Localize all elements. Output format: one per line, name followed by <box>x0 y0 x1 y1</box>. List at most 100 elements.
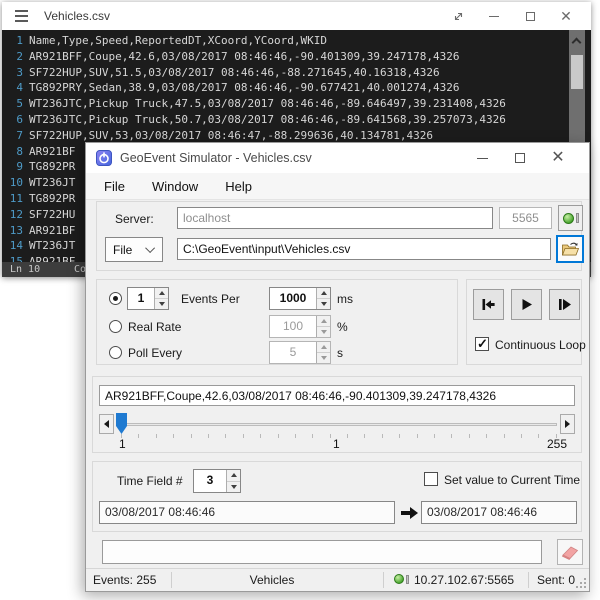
hamburger-menu-icon[interactable] <box>15 10 28 22</box>
target-time-field[interactable]: 03/08/2017 08:46:46 <box>421 501 577 524</box>
close-icon[interactable]: ✕ <box>555 5 577 27</box>
events-count-spinner[interactable]: 1 <box>127 287 169 310</box>
line-text: TG892PRY,Sedan,38.9,03/08/2017 08:46:46,… <box>29 81 459 94</box>
play-icon <box>518 296 535 313</box>
real-rate-label: Real Rate <box>128 320 181 334</box>
resize-grip[interactable] <box>576 578 587 589</box>
line-number: 8 <box>8 144 29 160</box>
line-number: 10 <box>8 175 29 191</box>
expand-icon[interactable] <box>447 5 469 27</box>
menu-item-window[interactable]: Window <box>141 179 209 194</box>
server-port-input[interactable]: 5565 <box>499 207 552 229</box>
connection-status-icon <box>394 574 404 584</box>
slider-left-arrow[interactable] <box>99 414 114 434</box>
line-text: WT236JTC,Pickup Truck,50.7,03/08/2017 08… <box>29 113 506 126</box>
menu-item-help[interactable]: Help <box>214 179 263 194</box>
spinner-up-icon[interactable] <box>227 470 240 482</box>
editor-line: 1Name,Type,Speed,ReportedDT,XCoord,YCoor… <box>2 33 591 49</box>
menu-item-file[interactable]: File <box>93 179 136 194</box>
spinner-up-icon[interactable] <box>155 288 168 299</box>
interval-spinner[interactable]: 1000 <box>269 287 331 310</box>
set-current-time-label: Set value to Current Time <box>444 473 580 487</box>
line-number: 14 <box>8 238 29 254</box>
line-number: 2 <box>8 49 29 65</box>
line-number: 9 <box>8 159 29 175</box>
scrollbar-thumb[interactable] <box>571 55 583 89</box>
time-field-group: Time Field # 3 Set value to Current Time… <box>92 461 582 532</box>
slider-right-arrow[interactable] <box>560 414 575 434</box>
line-text: AR921BF <box>29 224 75 237</box>
time-field-spinner[interactable]: 3 <box>193 469 241 493</box>
real-rate-radio[interactable] <box>109 320 122 333</box>
real-rate-spinner: 100 <box>269 315 331 338</box>
editor-line: 4TG892PRY,Sedan,38.9,03/08/2017 08:46:46… <box>2 80 591 96</box>
simulator-titlebar: GeoEvent Simulator - Vehicles.csv ✕ <box>86 143 589 173</box>
connection-status-icon <box>563 213 574 224</box>
line-number: 7 <box>8 128 29 144</box>
editor-line: 2AR921BFF,Coupe,42.6,03/08/2017 08:46:46… <box>2 49 591 65</box>
connect-button[interactable] <box>558 205 583 231</box>
source-type-value: File <box>106 243 132 257</box>
source-type-dropdown[interactable]: File <box>105 237 163 262</box>
events-count-status: Events: 255 <box>93 569 156 591</box>
spinner-down-icon[interactable] <box>155 299 168 309</box>
poll-every-radio[interactable] <box>109 346 122 359</box>
real-rate-value: 100 <box>270 316 316 337</box>
events-count-value: 1 <box>128 288 154 309</box>
line-text: WT236JT <box>29 239 75 252</box>
slider-max-label: 255 <box>547 437 567 451</box>
dataset-status: Vehicles <box>226 569 318 591</box>
event-preview-field[interactable]: AR921BFF,Coupe,42.6,03/08/2017 08:46:46,… <box>99 385 575 406</box>
minimize-icon[interactable] <box>483 5 505 27</box>
spinner-up-icon <box>317 316 330 327</box>
clear-button[interactable] <box>557 539 583 565</box>
eraser-icon <box>560 544 580 560</box>
spinner-down-icon[interactable] <box>227 482 240 493</box>
events-per-radio[interactable] <box>109 292 122 305</box>
percent-unit-label: % <box>337 320 348 334</box>
slider-group: AR921BFF,Coupe,42.6,03/08/2017 08:46:46,… <box>92 376 582 453</box>
geoevent-app-icon <box>96 150 112 166</box>
maximize-icon[interactable] <box>501 143 539 173</box>
line-text: WT236JT <box>29 176 75 189</box>
poll-spinner: 5 <box>269 341 331 364</box>
play-button[interactable] <box>511 289 542 320</box>
time-field-value: 3 <box>194 470 226 492</box>
progress-field <box>102 540 542 564</box>
simulator-statusbar: Events: 255 Vehicles 10.27.102.67:5565 S… <box>86 568 589 591</box>
set-current-time-checkbox[interactable] <box>424 472 438 486</box>
editor-line: 5WT236JTC,Pickup Truck,47.5,03/08/2017 0… <box>2 96 591 112</box>
line-number: 3 <box>8 65 29 81</box>
spinner-up-icon[interactable] <box>317 288 330 299</box>
minimize-icon[interactable] <box>463 143 501 173</box>
spinner-down-icon <box>317 327 330 337</box>
continuous-loop-checkbox[interactable] <box>475 337 489 351</box>
simulator-window-title: GeoEvent Simulator - Vehicles.csv <box>120 151 312 165</box>
file-path-input[interactable]: C:\GeoEvent\input\Vehicles.csv <box>177 238 551 260</box>
chevron-down-icon <box>145 243 155 253</box>
slider-min-label: 1 <box>119 437 126 451</box>
step-forward-button[interactable] <box>549 289 580 320</box>
scroll-up-icon[interactable] <box>572 38 582 48</box>
slider-track[interactable] <box>117 423 557 426</box>
ms-unit-label: ms <box>337 292 353 306</box>
server-label: Server: <box>115 212 154 226</box>
poll-every-label: Poll Every <box>128 346 182 360</box>
maximize-icon[interactable] <box>519 5 541 27</box>
browse-file-button[interactable] <box>556 235 584 263</box>
simulator-window: GeoEvent Simulator - Vehicles.csv ✕ File… <box>85 142 590 592</box>
source-time-field[interactable]: 03/08/2017 08:46:46 <box>99 501 395 524</box>
close-icon[interactable]: ✕ <box>539 143 577 173</box>
line-number: 5 <box>8 96 29 112</box>
rate-group: 1 Events Per 1000 ms Real Rate 100 % Pol… <box>96 279 458 365</box>
sent-count-status: Sent: 0 <box>537 569 575 591</box>
slider-thumb[interactable] <box>116 413 127 434</box>
step-forward-icon <box>556 296 573 313</box>
server-address-status: 10.27.102.67:5565 <box>414 569 514 591</box>
skip-to-start-button[interactable] <box>473 289 504 320</box>
spinner-down-icon[interactable] <box>317 299 330 309</box>
line-number: 6 <box>8 112 29 128</box>
server-host-input[interactable]: localhost <box>177 207 493 229</box>
line-text: AR921BFF,Coupe,42.6,03/08/2017 08:46:46,… <box>29 50 459 63</box>
spinner-up-icon <box>317 342 330 353</box>
